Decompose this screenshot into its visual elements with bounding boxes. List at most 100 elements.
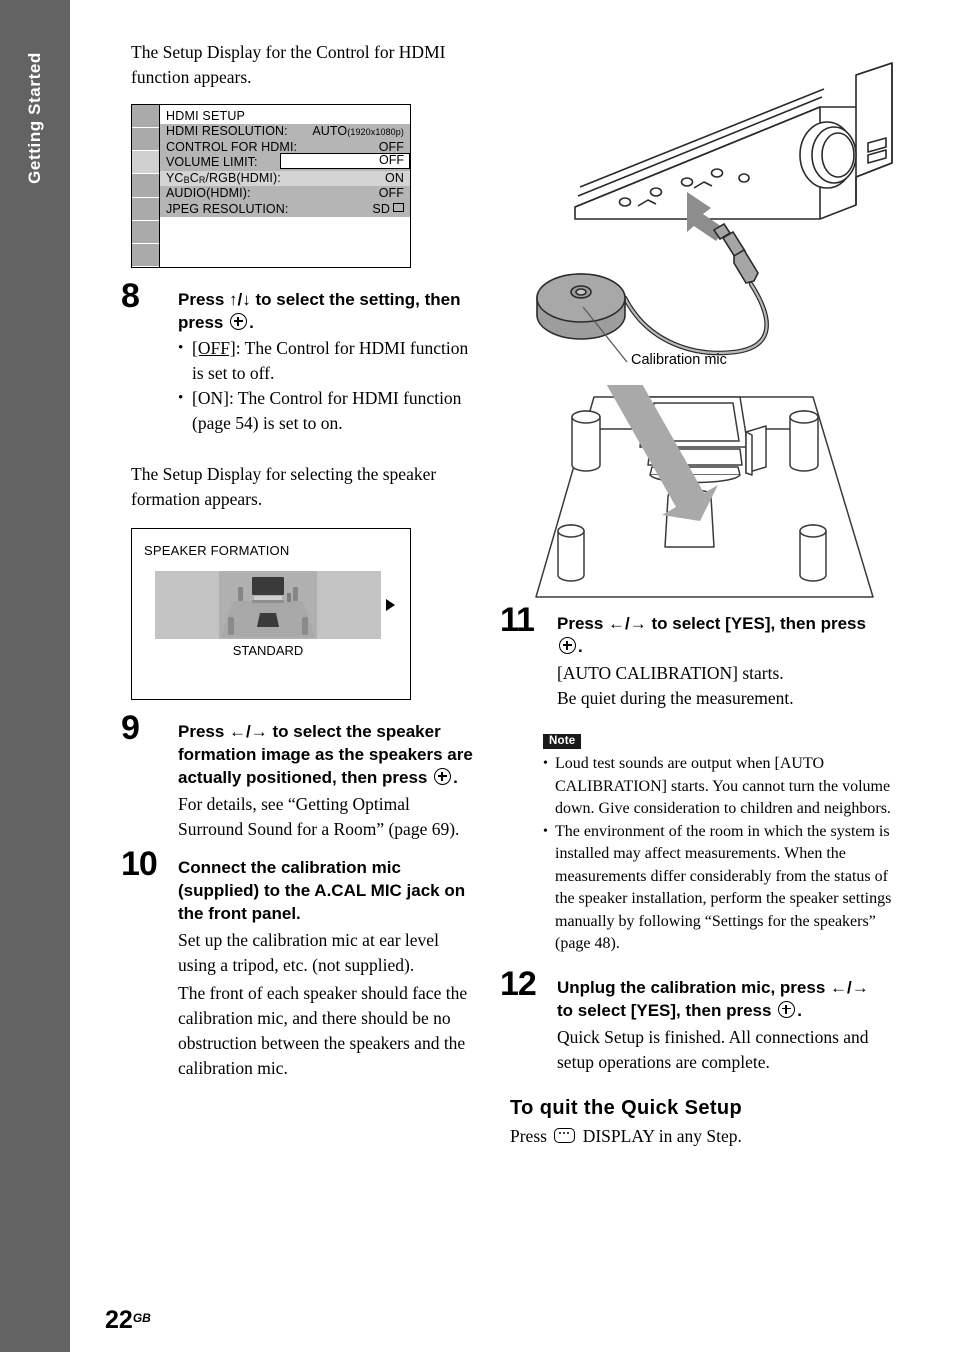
step-10-heading: Connect the calibration mic (supplied) t…	[178, 858, 466, 923]
step-8: 8 Press ↑/↓ to select the setting, then …	[121, 279, 476, 436]
page-number-value: 22	[105, 1306, 133, 1334]
enter-button-icon	[559, 637, 576, 654]
step-11-body-2: Be quiet during the measurement.	[557, 688, 794, 708]
step-9-heading-line2: formation image as the speakers are	[178, 745, 473, 764]
list-item: [ON]: The Control for HDMI function (pag…	[178, 386, 476, 436]
step-10-number: 10	[121, 845, 158, 883]
step-12: 12 Unplug the calibration mic, press ←/→…	[500, 967, 900, 1075]
step-9: 9 Press ←/→ to select the speaker format…	[121, 711, 476, 842]
enter-button-icon	[434, 768, 452, 785]
step-11-number: 11	[500, 601, 535, 639]
osd-row-value: SD	[372, 202, 404, 218]
osd-tab	[132, 105, 159, 129]
step-10-body-2: The front of each speaker should face th…	[178, 983, 468, 1078]
step-9-heading-line1: Press ←/→ to select the speaker	[178, 722, 441, 741]
osd-row-label: HDMI RESOLUTION:	[166, 124, 288, 138]
sd-box-icon	[393, 202, 404, 212]
step-8-heading-line2: press	[178, 313, 224, 332]
step-11-heading: Press ←/→ to select [YES], then press .	[557, 612, 900, 658]
note-badge: Note	[543, 733, 582, 749]
step-9-heading-line3: actually positioned, then press	[178, 768, 428, 787]
osd-tab	[132, 174, 159, 198]
list-item: The environment of the room in which the…	[543, 821, 900, 956]
speaker-formation-diagram	[219, 571, 317, 639]
list-item: [OFF]: The Control for HDMI function is …	[178, 336, 476, 386]
step-10: 10 Connect the calibration mic (supplied…	[121, 847, 476, 1081]
osd-row-label: JPEG RESOLUTION:	[166, 201, 289, 216]
left-column: The Setup Display for the Control for HD…	[121, 40, 476, 1081]
bullet-term: [OFF]	[192, 338, 236, 358]
step-12-body: Quick Setup is finished. All connections…	[557, 1026, 869, 1072]
speaker-formation-title: SPEAKER FORMATION	[144, 543, 290, 558]
osd-row-value: AUTO(1920x1080p)	[312, 124, 404, 138]
step-11-heading-period: .	[578, 637, 583, 656]
calibration-mic-connection-illustration	[520, 55, 910, 385]
intro-paragraph-2: The Setup Display for selecting the spea…	[131, 464, 437, 509]
osd-row-value: OFF	[378, 186, 404, 200]
step-11-body-1: [AUTO CALIBRATION] starts.	[557, 663, 784, 683]
osd-body: HDMI SETUP HDMI RESOLUTION: AUTO(1920x10…	[160, 105, 410, 267]
step-8-heading-period: .	[249, 313, 254, 332]
step-8-heading: Press ↑/↓ to select the setting, then pr…	[178, 288, 476, 334]
quit-section-body: Press DISPLAY in any Step.	[510, 1124, 900, 1149]
speaker-formation-image	[155, 571, 381, 639]
osd-tab	[132, 197, 159, 221]
bullet-term: [ON]	[192, 388, 229, 408]
step-8-number: 8	[121, 277, 140, 315]
step-9-number: 9	[121, 709, 140, 747]
next-arrow-icon[interactable]	[386, 599, 395, 611]
osd-tab-column	[132, 105, 160, 267]
page-number-region: GB	[132, 1311, 151, 1325]
speaker-layout-illustration	[221, 577, 315, 637]
speaker-formation-osd: SPEAKER FORMATION STANDARD	[131, 528, 411, 700]
step-11-heading-line1: Press ←/→ to select [YES], then press	[557, 614, 866, 633]
osd-row-ycbcr-rgb: YCBCR/RGB(HDMI): ON	[160, 170, 410, 186]
osd-tab	[132, 220, 159, 244]
step-8-bullet-list: [OFF]: The Control for HDMI function is …	[178, 336, 476, 436]
osd-row-label: AUDIO(HDMI):	[166, 186, 251, 200]
section-tab-strip: Getting Started	[0, 0, 70, 1352]
step-10-body-1: Set up the calibration mic at ear level …	[178, 930, 439, 975]
quit-section-heading: To quit the Quick Setup	[510, 1096, 743, 1119]
step-12-heading: Unplug the calibration mic, press ←/→ to…	[557, 976, 900, 1022]
hdmi-setup-osd: HDMI SETUP HDMI RESOLUTION: AUTO(1920x10…	[131, 104, 411, 268]
note-block: Note Loud test sounds are output when [A…	[510, 731, 900, 956]
bullet-text: : The Control for HDMI function (page 54…	[192, 388, 462, 433]
step-9-heading-period: .	[453, 768, 458, 787]
right-column: 11 Press ←/→ to select [YES], then press…	[500, 603, 900, 1149]
step-12-heading-line2: to select [YES], then press	[557, 1000, 772, 1020]
page-number: 22GB	[105, 1306, 151, 1335]
calibration-mic-label: Calibration mic	[631, 352, 727, 368]
display-button-icon	[554, 1127, 576, 1143]
osd-tab	[132, 243, 159, 267]
manual-page: Getting Started The Setup Display for th…	[0, 0, 954, 1352]
osd-row-hdmi-resolution: HDMI RESOLUTION: AUTO(1920x1080p)	[160, 124, 410, 140]
osd-selected-value-volume-limit: OFF	[280, 153, 410, 169]
note-list: Loud test sounds are output when [AUTO C…	[543, 753, 900, 956]
room-placement-illustration	[528, 333, 878, 610]
step-9-heading: Press ←/→ to select the speaker formatio…	[178, 720, 476, 789]
osd-row-list: HDMI RESOLUTION: AUTO(1920x1080p) CONTRO…	[160, 124, 410, 217]
osd-row-label: VOLUME LIMIT:	[166, 155, 258, 169]
intro-paragraph-1: The Setup Display for the Control for HD…	[131, 42, 446, 87]
osd-tab-selected	[132, 151, 159, 175]
osd-tab	[132, 128, 159, 152]
quit-body-pre: Press	[510, 1125, 547, 1146]
step-8-heading-line1: Press ↑/↓ to select the setting, then	[178, 290, 461, 309]
osd-row-label: CONTROL FOR HDMI:	[166, 139, 298, 154]
step-11: 11 Press ←/→ to select [YES], then press…	[500, 603, 900, 711]
speaker-formation-caption: STANDARD	[232, 643, 304, 658]
enter-button-icon	[778, 1000, 796, 1018]
osd-row-jpeg-resolution: JPEG RESOLUTION: SD	[160, 201, 410, 218]
section-tab-label: Getting Started	[25, 52, 44, 184]
osd-row-audio-hdmi: AUDIO(HDMI): OFF	[160, 186, 410, 202]
step-9-body: For details, see “Getting Optimal Surrou…	[178, 794, 460, 839]
quit-body-post: DISPLAY in any Step.	[582, 1125, 742, 1146]
osd-row-value: ON	[385, 170, 404, 185]
enter-button-icon	[230, 313, 248, 330]
list-item: Loud test sounds are output when [AUTO C…	[543, 753, 900, 821]
step-12-heading-period: .	[797, 1000, 802, 1020]
osd-row-value-detail: (1920x1080p)	[347, 127, 404, 137]
step-12-number: 12	[500, 964, 537, 1003]
osd-title: HDMI SETUP	[166, 109, 246, 123]
